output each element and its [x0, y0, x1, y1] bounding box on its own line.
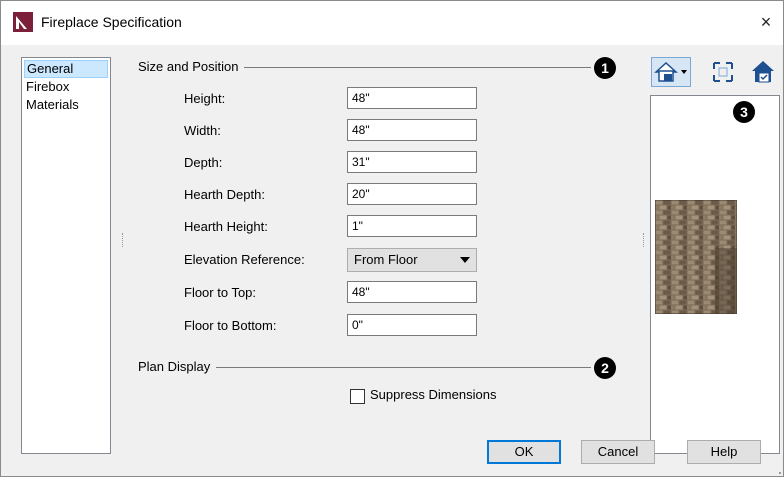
chevron-down-icon — [460, 257, 470, 263]
suppress-dimensions-checkbox[interactable] — [350, 389, 365, 404]
ok-button[interactable]: OK — [487, 440, 561, 464]
fill-window-icon[interactable] — [708, 57, 738, 87]
render-settings-icon[interactable] — [749, 57, 779, 87]
help-button[interactable]: Help — [687, 440, 761, 464]
floor-to-bottom-label: Floor to Bottom: — [184, 318, 277, 333]
elevation-reference-value: From Floor — [354, 252, 418, 267]
callout-3-badge: 3 — [733, 101, 755, 123]
left-splitter-handle[interactable] — [122, 233, 125, 247]
hearth-height-label: Hearth Height: — [184, 219, 268, 234]
dialog-window: Fireplace Specification × General Firebo… — [0, 0, 784, 477]
app-logo-icon — [13, 12, 33, 32]
title-bar: Fireplace Specification × — [1, 1, 783, 45]
floor-to-top-label: Floor to Top: — [184, 285, 257, 300]
plan-display-title: Plan Display — [138, 359, 217, 374]
nav-item-materials[interactable]: Materials — [22, 96, 110, 114]
depth-input[interactable] — [347, 151, 477, 173]
window-title: Fireplace Specification — [41, 14, 182, 30]
callout-1-badge: 1 — [594, 57, 616, 79]
right-splitter-handle[interactable] — [643, 233, 646, 247]
depth-label: Depth: — [184, 155, 223, 170]
size-position-title: Size and Position — [138, 59, 245, 74]
cancel-button[interactable]: Cancel — [581, 440, 655, 464]
floor-to-bottom-input[interactable] — [347, 314, 477, 336]
hearth-depth-input[interactable] — [347, 183, 477, 205]
hearth-depth-label: Hearth Depth: — [184, 187, 265, 202]
floor-to-top-input[interactable] — [347, 281, 477, 303]
elevation-reference-select[interactable]: From Floor — [347, 248, 477, 272]
width-input[interactable] — [347, 119, 477, 141]
width-label: Width: — [184, 123, 221, 138]
category-list: General Firebox Materials — [21, 57, 111, 454]
resize-grip-icon[interactable] — [777, 470, 781, 474]
nav-item-firebox[interactable]: Firebox — [22, 78, 110, 96]
3d-preview-pane[interactable]: 3 — [650, 95, 780, 454]
height-input[interactable] — [347, 87, 477, 109]
nav-item-general[interactable]: General — [24, 60, 108, 78]
camera-view-button[interactable] — [651, 57, 691, 87]
elevation-reference-label: Elevation Reference: — [184, 252, 305, 267]
close-button[interactable]: × — [753, 9, 779, 35]
hearth-height-input[interactable] — [347, 215, 477, 237]
suppress-dimensions-label[interactable]: Suppress Dimensions — [370, 387, 496, 402]
height-label: Height: — [184, 91, 226, 106]
fireplace-3d-model — [655, 200, 737, 314]
callout-2-badge: 2 — [594, 357, 616, 379]
